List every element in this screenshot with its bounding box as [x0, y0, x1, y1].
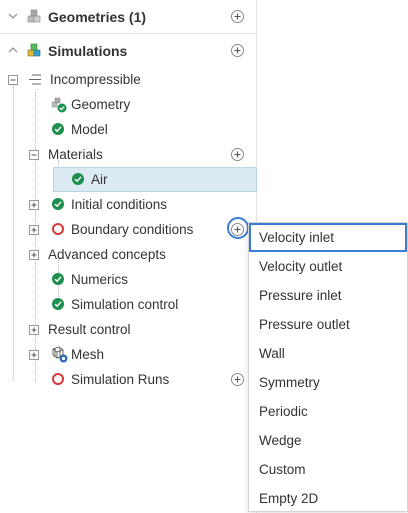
plus-icon [234, 376, 241, 383]
tree-item-materials[interactable]: Materials [0, 142, 257, 167]
tree-item-label: Result control [48, 322, 131, 337]
simulation-cubes-icon [27, 43, 41, 57]
menu-item-empty-2d[interactable]: Empty 2D [249, 484, 407, 513]
tree-item-numerics[interactable]: Numerics [0, 267, 257, 292]
tree-item-label: Numerics [71, 272, 129, 287]
tree-item-label: Model [71, 122, 108, 137]
collapse-toggle[interactable] [29, 150, 39, 160]
list-lines-icon [29, 74, 41, 85]
geometries-title: Geometries (1) [48, 9, 147, 25]
tree-item-label: Boundary conditions [71, 222, 194, 237]
tree-item-label: Air [91, 172, 108, 187]
focus-highlight-ring [227, 217, 249, 239]
tree-item-geometry[interactable]: Geometry [0, 92, 257, 117]
add-simulation-run-button[interactable] [231, 373, 244, 386]
mesh-icon [52, 346, 68, 363]
tree-item-mesh[interactable]: Mesh [0, 342, 257, 367]
menu-item-velocity-outlet[interactable]: Velocity outlet [249, 252, 407, 281]
plus-icon [234, 47, 241, 54]
status-error-icon [52, 373, 64, 385]
tree-item-label: Simulation Runs [71, 372, 170, 387]
menu-item-velocity-inlet[interactable]: Velocity inlet [249, 223, 407, 252]
menu-item-pressure-outlet[interactable]: Pressure outlet [249, 310, 407, 339]
geometries-section-header[interactable]: Geometries (1) [0, 0, 257, 34]
tree-item-label: Geometry [71, 97, 131, 112]
menu-item-wedge[interactable]: Wedge [249, 426, 407, 455]
status-ok-icon [52, 273, 64, 285]
tree-item-label: Simulation control [71, 297, 179, 312]
add-geometry-button[interactable] [231, 10, 244, 23]
boundary-condition-menu: Velocity inlet Velocity outlet Pressure … [248, 222, 408, 512]
geometry-check-icon [51, 97, 67, 113]
tree-item-label: Mesh [71, 347, 105, 362]
tree-item-model[interactable]: Model [0, 117, 257, 142]
status-ok-icon [72, 173, 84, 185]
tree-item-advanced-concepts[interactable]: Advanced concepts [0, 242, 257, 267]
tree-item-label: Materials [48, 147, 103, 162]
simulations-section-header[interactable]: Simulations [0, 34, 257, 68]
tree-item-initial-conditions[interactable]: Initial conditions [0, 192, 257, 217]
plus-icon [234, 151, 241, 158]
status-ok-icon [52, 198, 64, 210]
menu-item-wall[interactable]: Wall [249, 339, 407, 368]
tree-item-label: Advanced concepts [48, 247, 166, 262]
simulations-title: Simulations [48, 43, 128, 59]
cube-stack-icon [27, 9, 41, 23]
tree-item-simulation-runs[interactable]: Simulation Runs [0, 367, 257, 392]
tree-item-air[interactable]: Air [0, 167, 257, 192]
collapse-toggle[interactable] [8, 75, 18, 85]
expand-toggle[interactable] [29, 225, 39, 235]
add-material-button[interactable] [231, 148, 244, 161]
status-ok-icon [52, 123, 64, 135]
expand-toggle[interactable] [29, 325, 39, 335]
menu-item-periodic[interactable]: Periodic [249, 397, 407, 426]
tree-item-incompressible[interactable]: Incompressible [0, 67, 257, 92]
plus-icon [234, 13, 241, 20]
menu-item-pressure-inlet[interactable]: Pressure inlet [249, 281, 407, 310]
expand-toggle[interactable] [29, 350, 39, 360]
menu-item-custom[interactable]: Custom [249, 455, 407, 484]
simulation-tree-panel: Geometries (1) Simulations Incompressibl… [0, 0, 257, 513]
chevron-down-icon[interactable] [8, 11, 18, 21]
expand-toggle[interactable] [29, 200, 39, 210]
status-error-icon [52, 223, 64, 235]
status-ok-icon [52, 298, 64, 310]
tree-item-boundary-conditions[interactable]: Boundary conditions [0, 217, 257, 242]
tree-item-label: Initial conditions [71, 197, 168, 212]
tree-item-label: Incompressible [50, 72, 141, 87]
expand-toggle[interactable] [29, 250, 39, 260]
chevron-up-icon[interactable] [8, 45, 18, 55]
tree-item-simulation-control[interactable]: Simulation control [0, 292, 257, 317]
tree-item-result-control[interactable]: Result control [0, 317, 257, 342]
add-simulation-button[interactable] [231, 44, 244, 57]
menu-item-symmetry[interactable]: Symmetry [249, 368, 407, 397]
